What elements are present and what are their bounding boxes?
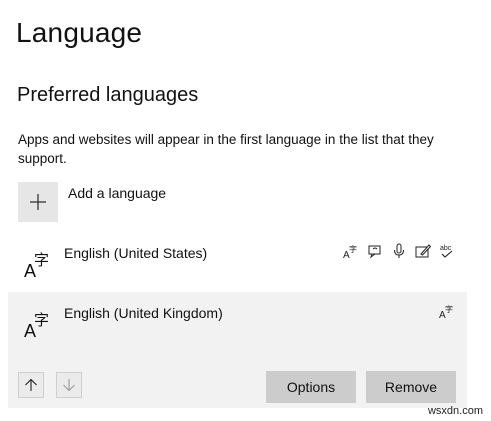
display-language-icon: A 字 <box>438 302 455 319</box>
language-name: English (United Kingdom) <box>64 305 223 321</box>
handwriting-icon <box>414 242 431 259</box>
page-title: Language <box>16 17 143 48</box>
svg-text:abc: abc <box>440 245 452 252</box>
language-glyph-icon: A 字 <box>24 251 49 279</box>
display-language-icon: A 字 <box>342 242 359 259</box>
description-text: Apps and websites will appear in the fir… <box>18 132 434 166</box>
language-feature-icons: A 字 abc <box>342 242 455 259</box>
plus-icon <box>30 194 46 210</box>
options-button[interactable]: Options <box>266 371 356 403</box>
svg-text:字: 字 <box>34 251 49 269</box>
language-feature-icons: A 字 <box>438 302 455 319</box>
text-to-speech-icon <box>366 242 383 259</box>
language-item-en-gb[interactable]: A 字 English (United Kingdom) A 字 Options… <box>8 292 467 408</box>
remove-button[interactable]: Remove <box>366 371 456 403</box>
arrow-down-icon <box>63 379 75 392</box>
language-name: English (United States) <box>64 245 208 261</box>
move-down-button[interactable] <box>56 372 82 398</box>
section-title: Preferred languages <box>17 84 199 106</box>
language-glyph-icon: A 字 <box>24 311 49 339</box>
language-item-en-us[interactable]: A 字 English (United States) A 字 abc <box>8 232 467 288</box>
add-language-button[interactable]: Add a language <box>18 182 166 222</box>
speech-recognition-icon <box>390 242 407 259</box>
svg-text:字: 字 <box>349 244 357 254</box>
arrow-up-icon <box>25 378 37 391</box>
add-language-label: Add a language <box>68 185 167 201</box>
watermark: wsxdn.com <box>427 405 483 417</box>
svg-text:字: 字 <box>34 311 49 329</box>
svg-text:字: 字 <box>445 304 453 314</box>
add-tile[interactable] <box>18 182 58 222</box>
spell-check-icon: abc <box>438 242 455 259</box>
move-up-button[interactable] <box>18 372 44 398</box>
